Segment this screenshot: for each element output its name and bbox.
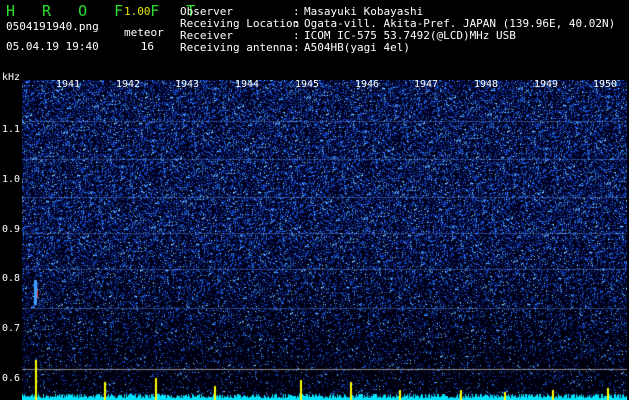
info-value-antenna: A504HB(yagi 4el): [304, 41, 410, 54]
x-tick-label: 1944: [234, 79, 260, 90]
app-title: H R O F F T: [6, 2, 205, 20]
x-tick-label: 1942: [115, 79, 141, 90]
info-key-antenna: Receiving antenna: [180, 41, 293, 54]
spectrogram-plot: [22, 80, 627, 400]
app-version: 1.00: [124, 5, 151, 18]
x-tick-label: 1947: [413, 79, 439, 90]
meteor-label: meteor: [124, 26, 164, 39]
x-tick-label: 1950: [592, 79, 618, 90]
x-tick-label: 1946: [354, 79, 380, 90]
x-tick-label: 1945: [294, 79, 320, 90]
info-sep: :: [293, 41, 300, 54]
x-tick-label: 1943: [174, 79, 200, 90]
y-axis-unit: kHz: [2, 72, 21, 83]
y-tick-label: 0.9: [2, 224, 21, 235]
y-tick-label: 0.8: [2, 273, 21, 284]
x-tick-label: 1941: [55, 79, 81, 90]
timestamp: 05.04.19 19:40: [6, 40, 99, 53]
hrofft-window: H R O F F T 1.00 0504191940.png meteor 1…: [0, 0, 629, 400]
filename: 0504191940.png: [6, 20, 99, 33]
y-tick-label: 1.1: [2, 124, 21, 135]
y-tick-label: 1.0: [2, 174, 21, 185]
x-tick-label: 1949: [533, 79, 559, 90]
y-tick-label: 0.7: [2, 323, 21, 334]
x-tick-label: 1948: [473, 79, 499, 90]
meteor-count: 16: [140, 40, 154, 53]
y-tick-label: 0.6: [2, 373, 21, 384]
